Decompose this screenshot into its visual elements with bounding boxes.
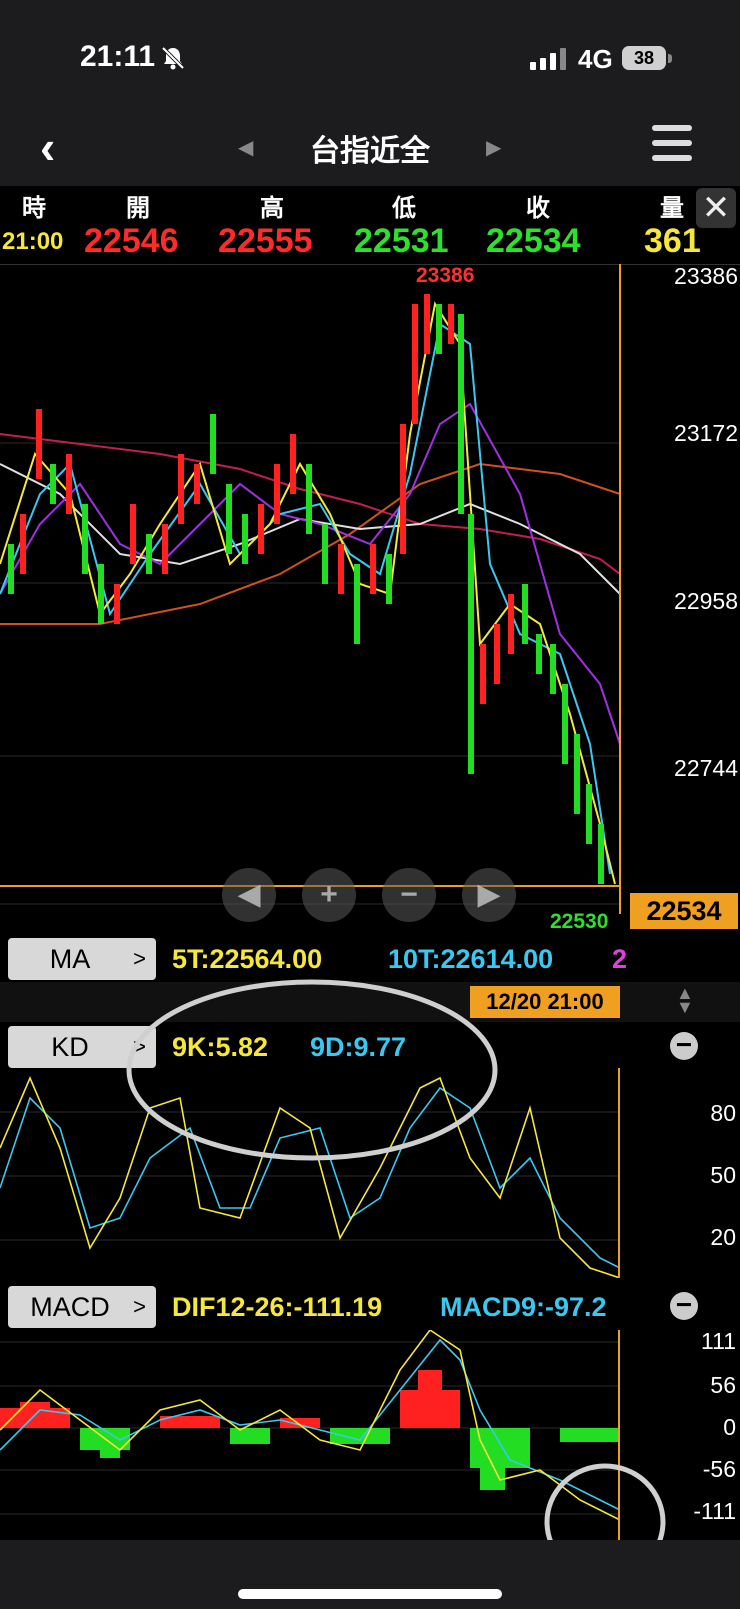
zoom-in-icon[interactable]: + [302,868,356,922]
ohlc-volume-value: 361 [644,222,701,260]
page-title: 台指近全 [310,135,430,168]
zoom-out-icon[interactable]: − [382,868,436,922]
scroll-left-icon[interactable]: ◀ [222,868,276,922]
status-time: 21:11 [80,40,156,73]
signal-icon [530,48,566,70]
ohlc-header-low: 低 [392,195,416,222]
battery-icon: 38 [622,46,666,70]
chevron-right-icon: > [133,1294,146,1319]
collapse-kd-icon[interactable]: − [670,1031,698,1060]
high-marker-label: 23386 [416,264,475,287]
home-indicator[interactable] [238,1589,502,1599]
hamburger-menu-icon[interactable] [652,125,692,170]
ohlc-low-value: 22531 [354,222,449,260]
bell-muted-icon [161,46,185,70]
next-contract-arrow-icon[interactable]: ▶ [486,135,501,160]
price-axis-label: 23386 [674,263,738,289]
ohlc-time-value: 21:00 [2,228,64,255]
macd-axis-label: 56 [710,1372,736,1398]
annotation-ellipse [126,979,498,1161]
ohlc-header-volume: 量 [660,195,684,222]
ohlc-header-time: 時 [22,195,46,222]
ohlc-open-value: 22546 [84,222,179,260]
battery-nub [668,54,672,63]
scroll-right-icon[interactable]: ▶ [462,868,516,922]
close-icon[interactable]: ✕ [696,188,736,228]
macd-dif-value: DIF12-26:-111.19 [172,1292,383,1322]
macd-axis-label: 111 [701,1328,736,1354]
ma5-value: 5T:22564.00 [172,944,323,974]
ma-button-label: MA [49,944,91,974]
macd-axis-label: 0 [723,1414,736,1440]
chevron-right-icon: > [133,946,146,971]
ma-selector-button[interactable]: MA > [8,938,156,980]
ohlc-high-value: 22555 [218,222,313,260]
ohlc-header-high: 高 [260,195,284,222]
ma10-value: 10T:22614.00 [388,944,554,974]
collapse-macd-icon[interactable]: − [670,1291,698,1320]
price-axis-label: 22958 [674,588,738,614]
ohlc-header-open: 開 [126,195,150,222]
low-marker-label: 22530 [550,910,609,933]
macd-button-label: MACD [30,1292,110,1322]
ohlc-header-close: 收 [526,195,550,222]
kd-axis-label: 50 [710,1162,736,1188]
current-price-badge: 22534 [630,893,738,929]
kd-button-label: KD [51,1032,89,1062]
kd-axis-label: 80 [710,1100,736,1126]
drag-handle-icon[interactable]: ▲ ▼ [676,984,694,1016]
price-axis-label: 22744 [674,755,738,781]
ma-20-line [0,402,621,745]
prev-contract-arrow-icon[interactable]: ◀ [238,135,253,160]
back-chevron-icon[interactable]: ‹ [40,124,55,170]
kd-axis-label: 20 [710,1224,736,1250]
network-type: 4G [578,44,613,74]
macd-chart[interactable] [0,1330,620,1540]
ma20-value: 2 [612,944,628,974]
ohlc-close-value: 22534 [486,222,581,260]
macd-selector-button[interactable]: MACD > [8,1286,156,1328]
candlesticks [8,294,604,884]
ma-10-line [0,322,611,875]
macd9-value: MACD9:-97.2 [440,1292,607,1322]
price-axis-label: 23172 [674,420,738,446]
